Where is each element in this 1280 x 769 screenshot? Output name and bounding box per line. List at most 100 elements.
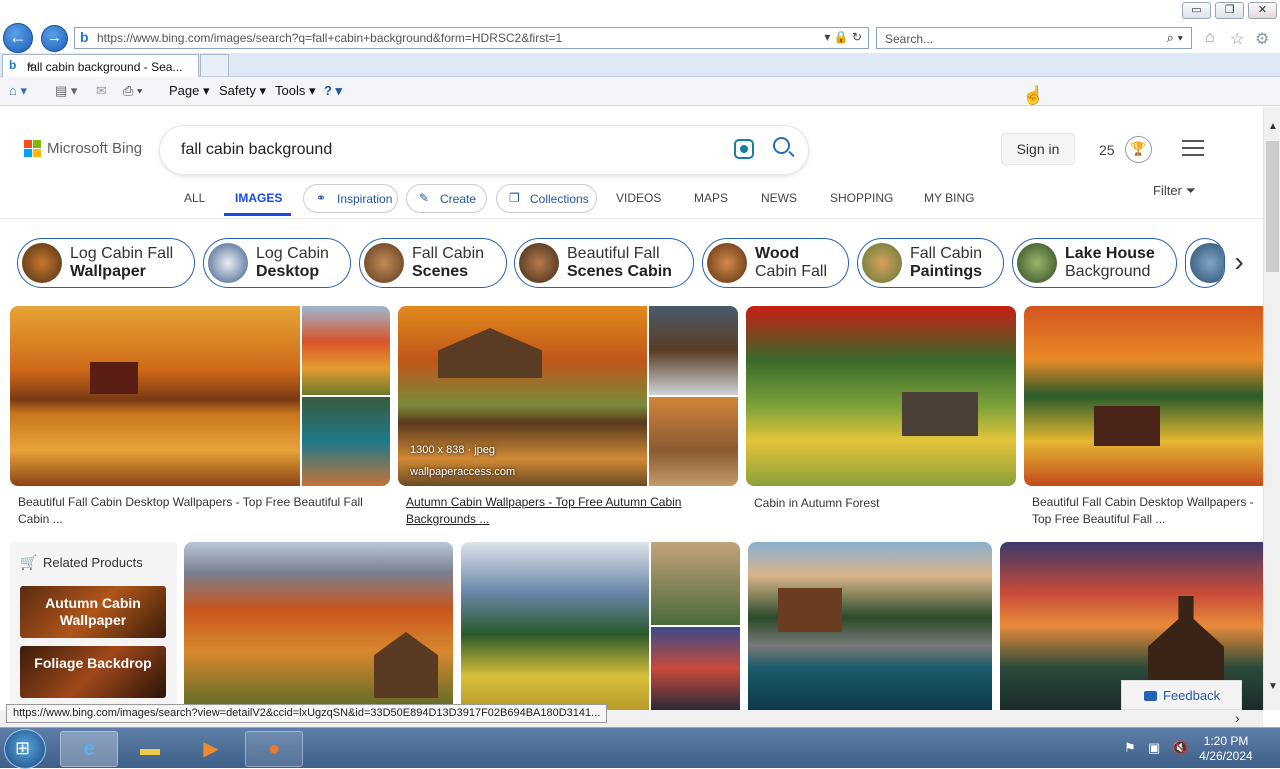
cabin-thumb-b (649, 397, 738, 486)
taskbar-media[interactable]: ▶ (182, 731, 240, 767)
tab-all[interactable]: ALL (184, 191, 205, 205)
search-box[interactable]: fall cabin background (160, 126, 808, 174)
chip-thumbnail (1017, 243, 1057, 283)
home-menu-icon[interactable]: ⌂ ▾ (9, 83, 27, 99)
command-bar: ⌂ ▾ ▤ ▾ ✉ ⎙ ▾ Page ▾ Safety ▾ Tools ▾ ? … (0, 77, 1280, 106)
network-icon[interactable]: ▣ (1148, 740, 1160, 756)
result-caption-3[interactable]: Cabin in Autumn Forest (754, 495, 1009, 512)
scroll-right-icon[interactable]: › (1235, 710, 1240, 726)
tab-videos[interactable]: VIDEOS (616, 191, 661, 205)
related-chip[interactable]: Log Cabin Fall Wallpaper (17, 238, 195, 288)
chip-line1: Fall Cabin (910, 245, 983, 262)
favorites-star-icon[interactable]: ☆ (1230, 29, 1244, 49)
filter-button[interactable]: Filter ⏷ (1153, 183, 1196, 199)
taskbar-firefox[interactable]: ● (245, 731, 303, 767)
search-icon[interactable] (773, 137, 790, 154)
tools-menu[interactable]: Tools ▾ (275, 83, 316, 99)
result-caption-4[interactable]: Beautiful Fall Cabin Desktop Wallpapers … (1032, 494, 1260, 528)
related-chip-partial[interactable] (1185, 238, 1225, 288)
page-menu[interactable]: Page ▾ (169, 83, 210, 99)
home-icon[interactable]: ⌂ (1205, 29, 1215, 47)
clock-time: 1:20 PM (1203, 734, 1249, 748)
address-tools-icon[interactable]: ▾ 🔒 ↻ (824, 30, 862, 44)
scroll-thumb[interactable] (1266, 141, 1279, 272)
bing-logo-text: Microsoft Bing (47, 140, 143, 157)
scroll-up-icon[interactable]: ▲ (1268, 121, 1278, 132)
meadow-thumb-a (651, 542, 740, 625)
result-image-3[interactable] (746, 306, 1016, 486)
sign-in-button[interactable]: Sign in (1001, 133, 1075, 165)
result-caption-1[interactable]: Beautiful Fall Cabin Desktop Wallpapers … (18, 494, 378, 528)
related-chip[interactable]: Log Cabin Desktop (203, 238, 351, 288)
close-window-button[interactable]: ✕ (1248, 2, 1277, 19)
restore-button[interactable]: ❐ (1215, 2, 1244, 19)
related-chip[interactable]: Fall Cabin Paintings (857, 238, 1004, 288)
ms-logo-green (33, 140, 41, 148)
browser-search-box[interactable]: Search... ⌕ ▾ (876, 27, 1192, 49)
chip-label: Log Cabin Desktop (256, 245, 329, 281)
result-image-1[interactable] (10, 306, 390, 486)
chapel-shape (1148, 596, 1224, 688)
result-image-4[interactable] (1024, 306, 1263, 486)
chip-label: Log Cabin Fall Wallpaper (70, 245, 173, 281)
tab-images[interactable]: IMAGES (235, 191, 282, 205)
related-chip[interactable]: Beautiful Fall Scenes Cabin (514, 238, 694, 288)
tab-news[interactable]: NEWS (761, 191, 797, 205)
tab-active[interactable]: b fall cabin background - Sea... × (2, 54, 199, 77)
related-product-item[interactable]: Foliage Backdrop (20, 646, 166, 698)
tab-create[interactable]: ✎ Create (406, 184, 487, 213)
result-image-7[interactable] (748, 542, 992, 710)
result-image-2[interactable]: 1300 x 838 · jpeg wallpaperaccess.com (398, 306, 738, 486)
result-caption-2[interactable]: Autumn Cabin Wallpapers - Top Free Autum… (406, 494, 726, 528)
back-button[interactable]: ← (3, 23, 33, 53)
vertical-scrollbar[interactable]: ▲ ▼ (1263, 107, 1280, 710)
search-query[interactable]: fall cabin background (181, 141, 332, 159)
related-chip[interactable]: Fall Cabin Scenes (359, 238, 507, 288)
new-tab-button[interactable] (200, 54, 229, 76)
result-image-6[interactable] (461, 542, 740, 710)
chip-thumbnail (862, 243, 902, 283)
visual-search-icon[interactable] (734, 139, 754, 159)
settings-gear-icon[interactable]: ⚙ (1255, 29, 1269, 49)
chevron-right-icon[interactable]: › (1224, 244, 1254, 280)
related-product-item[interactable]: Autumn Cabin Wallpaper (20, 586, 166, 638)
hamburger-menu-icon[interactable] (1182, 140, 1204, 156)
tab-shopping[interactable]: SHOPPING (830, 191, 893, 205)
tab-close-icon[interactable]: × (27, 59, 193, 73)
tab-collections[interactable]: ❐ Collections (496, 184, 597, 213)
taskbar-explorer[interactable]: ▬ (121, 731, 179, 767)
related-chip[interactable]: Lake House Background (1012, 238, 1177, 288)
action-center-flag-icon[interactable]: ⚑ (1124, 740, 1136, 756)
safety-menu[interactable]: Safety ▾ (219, 83, 266, 99)
tab-maps[interactable]: MAPS (694, 191, 728, 205)
chip-thumbnail (208, 243, 248, 283)
print-icon[interactable]: ⎙ ▾ (123, 83, 142, 99)
taskbar-clock[interactable]: 1:20 PM 4/26/2024 (1196, 734, 1256, 764)
start-button[interactable]: ⊞ (4, 729, 46, 769)
shopping-cart-icon: 🛒 (20, 554, 38, 570)
related-chip[interactable]: Wood Cabin Fall (702, 238, 849, 288)
feedback-button[interactable]: Feedback (1121, 680, 1242, 710)
help-menu[interactable]: ? ▾ (324, 83, 342, 99)
tab-my-bing[interactable]: MY BING (924, 191, 974, 205)
scroll-down-icon[interactable]: ▼ (1268, 681, 1278, 692)
mail-icon[interactable]: ✉ (96, 83, 107, 99)
feeds-icon[interactable]: ▤ ▾ (55, 83, 77, 99)
rewards-count[interactable]: 25 (1099, 142, 1115, 158)
cabin-thumb-a (649, 306, 738, 395)
tab-inspiration[interactable]: ⚭ Inspiration (303, 184, 398, 213)
rewards-trophy-icon[interactable]: 🏆 (1125, 136, 1152, 163)
search-icon[interactable]: ⌕ ▾ (1167, 30, 1183, 46)
cabin-shape (90, 362, 138, 394)
fall-lake-cabin-photo (10, 306, 300, 486)
chip-label: Beautiful Fall Scenes Cabin (567, 245, 672, 281)
chip-line2: Scenes (412, 263, 469, 280)
taskbar-ie[interactable]: e (60, 731, 118, 767)
address-bar[interactable]: b https://www.bing.com/images/search?q=f… (74, 27, 869, 49)
result-image-5[interactable] (184, 542, 453, 710)
forward-button[interactable]: → (41, 25, 68, 52)
volume-muted-icon[interactable]: 🔇 (1172, 740, 1188, 756)
clock-date: 4/26/2024 (1199, 749, 1253, 763)
image-source-meta: wallpaperaccess.com (410, 466, 516, 478)
minimize-button[interactable]: ▭ (1182, 2, 1211, 19)
